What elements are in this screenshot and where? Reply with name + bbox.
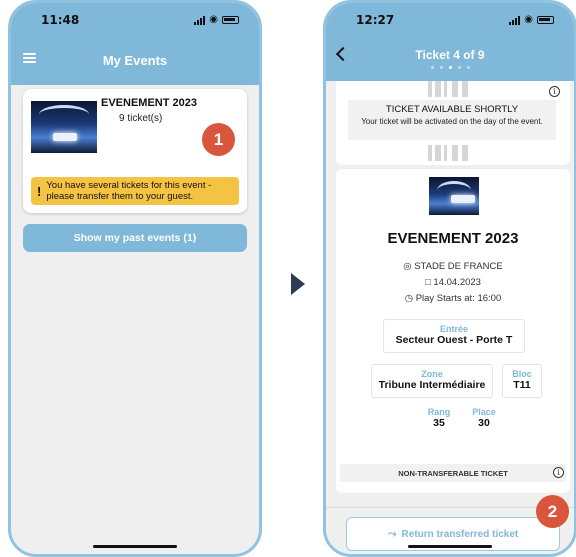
seat-place: Place 30 [465,403,503,437]
signal-icon [194,15,206,25]
show-past-events-button[interactable]: Show my past events (1) [23,224,247,252]
signal-icon [509,15,521,25]
phone-my-events: 11:48 ◉ My Events EVENEMENT 2023 9 ticke… [8,0,262,557]
date-text: 14.04.2023 [433,277,481,288]
battery-icon [222,16,239,24]
pager-dot[interactable] [457,66,461,69]
pager-dot[interactable] [430,66,434,69]
qr-code-placeholder [428,145,472,161]
entree-value: Secteur Ouest - Porte T [395,334,513,346]
bloc-value: T11 [513,379,531,391]
tutorial-stage: 11:48 ◉ My Events EVENEMENT 2023 9 ticke… [0,0,576,557]
phone-ticket-detail: 12:27 ◉ Ticket 4 of 9 i TICKET AVAILABLE… [323,0,576,557]
qr-code-placeholder [428,81,472,97]
place-value: 30 [478,417,490,429]
event-thumbnail [31,101,97,153]
pager-dot[interactable] [466,66,470,69]
seat-zone: Zone Tribune Intermédiaire [371,364,493,398]
return-button-label: Return transferred ticket [401,528,519,540]
warning-icon: ! [37,183,42,199]
home-indicator [408,545,492,548]
rang-label: Rang [427,407,451,417]
zone-label: Zone [421,369,443,379]
availability-subtitle: Your ticket will be activated on the day… [361,117,543,126]
wifi-icon: ◉ [524,14,533,25]
ticket-count: 9 ticket(s) [119,113,163,124]
seat-bloc: Bloc T11 [502,364,542,398]
start-time-text: Play Starts at: 16:00 [415,293,502,304]
rang-value: 35 [433,417,445,429]
transfer-warning: ! You have several tickets for this even… [31,177,239,205]
page-title: My Events [102,52,168,68]
status-icons: ◉ [194,15,239,25]
event-title: EVENEMENT 2023 [387,230,519,247]
callout-badge-1: 1 [202,123,235,156]
info-icon[interactable]: i [553,467,564,478]
navigation-bar: My Events [11,39,259,81]
status-time: 11:48 [41,13,80,27]
callout-badge-2: 2 [536,495,569,528]
info-icon[interactable]: i [549,86,560,97]
event-title: EVENEMENT 2023 [101,97,197,109]
pager-dot[interactable] [439,66,443,69]
bloc-label: Bloc [512,369,532,379]
wifi-icon: ◉ [209,14,218,25]
home-indicator [93,545,177,548]
non-transferable-notice: NON-TRANSFERABLE TICKET [340,464,566,482]
availability-notice: TICKET AVAILABLE SHORTLY Your ticket wil… [348,100,556,140]
qr-card: i TICKET AVAILABLE SHORTLY Your ticket w… [336,81,570,165]
return-arrow-icon: ⤳ [387,527,397,540]
venue-text: STADE DE FRANCE [414,261,503,272]
status-time: 12:27 [356,13,395,27]
place-label: Place [472,407,496,417]
zone-value: Tribune Intermédiaire [378,379,486,391]
clock-icon: ◷ [404,293,414,304]
seat-entree: Entrée Secteur Ouest - Porte T [383,319,525,353]
arrow-right-icon [291,273,305,295]
availability-title: TICKET AVAILABLE SHORTLY [385,104,519,115]
status-icons: ◉ [509,15,554,25]
ticket-details-card: EVENEMENT 2023 ◎ STADE DE FRANCE □ 14.04… [336,169,570,493]
ticket-title: Ticket 4 of 9 [415,48,485,62]
pager-dots [326,66,574,69]
seat-rang: Rang 35 [421,403,457,437]
pager-dot-active[interactable] [448,66,452,69]
entree-label: Entrée [439,324,468,334]
warning-text: You have several tickets for this event … [46,180,212,202]
status-bar: 12:27 ◉ [326,3,574,37]
status-bar: 11:48 ◉ [11,3,259,37]
event-thumbnail [429,177,479,215]
battery-icon [537,16,554,24]
calendar-icon: □ [425,277,431,288]
date-line: □ 14.04.2023 [336,277,570,288]
menu-icon[interactable] [23,53,36,63]
venue-line: ◎ STADE DE FRANCE [336,261,570,272]
time-line: ◷ Play Starts at: 16:00 [336,293,570,304]
location-pin-icon: ◎ [403,261,412,272]
